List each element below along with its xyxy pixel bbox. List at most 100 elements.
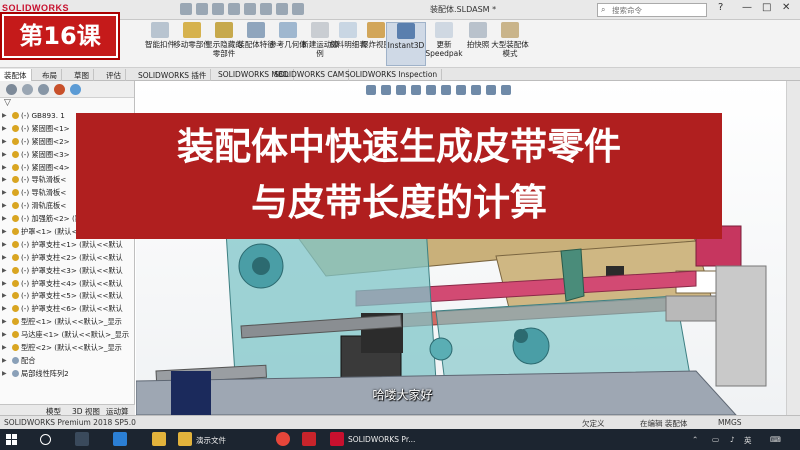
keyboard-icon[interactable]: ⌨: [770, 435, 781, 444]
tab-inspection[interactable]: SOLIDWORKS Inspection: [341, 69, 443, 81]
folder-icon[interactable]: [152, 432, 166, 446]
document-title: 装配体.SLDASM *: [430, 5, 497, 14]
new-icon[interactable]: [180, 3, 192, 15]
windows-start-icon[interactable]: [6, 434, 18, 446]
frame-column: [715, 265, 767, 387]
part-icon: [12, 331, 19, 339]
title-banner: 装配体中快速生成皮带零件 与皮带长度的计算: [76, 113, 722, 239]
tree-item[interactable]: ▶ (-) 护罩支柱<3> (默认<<默认: [0, 265, 134, 278]
idler: [429, 337, 453, 361]
tree-item[interactable]: ▶ (-) 护罩支柱<5> (默认<<默认: [0, 290, 134, 303]
title-bar: SOLIDWORKS 装配体.SLDASM * ⌕ 搜索命令 ? — □ ✕: [0, 0, 800, 20]
feature-manager-toolbar: [0, 81, 134, 98]
title-line-2: 与皮带长度的计算: [251, 181, 547, 224]
pattern-icon: [12, 369, 19, 377]
definition-state: 欠定义: [582, 419, 605, 428]
tab-layout[interactable]: 布局: [38, 69, 62, 81]
part-icon: [12, 202, 19, 210]
tab-cam[interactable]: SOLIDWORKS CAM: [270, 69, 350, 81]
configuration-manager-icon[interactable]: [38, 83, 49, 95]
tree-item[interactable]: ▶ (-) 护罩支柱<2> (默认<<默认: [0, 252, 134, 265]
media-icon[interactable]: [302, 432, 316, 446]
instant3d-icon: [397, 23, 415, 39]
display-manager-icon[interactable]: [70, 83, 81, 95]
smart-fastener-icon: [151, 22, 169, 38]
tab-evaluate[interactable]: 评估: [102, 69, 126, 81]
instant3d-button[interactable]: Instant3D: [386, 22, 426, 66]
part-icon: [12, 215, 19, 223]
tree-item[interactable]: ▶ 局部线性阵列2: [0, 368, 134, 381]
search-icon[interactable]: [40, 434, 51, 445]
save-icon[interactable]: [212, 3, 224, 15]
task-pane[interactable]: [786, 81, 800, 415]
editing-state: 在编辑 装配体: [640, 419, 688, 428]
part-icon: [12, 176, 19, 184]
feature-tree-icon[interactable]: [6, 83, 17, 95]
large-assembly-button[interactable]: 大型装配体模式: [490, 22, 530, 58]
bom-icon: [339, 22, 357, 38]
part-icon: [12, 240, 19, 248]
print-icon[interactable]: [228, 3, 240, 15]
tray-up-icon[interactable]: ⌃: [692, 435, 698, 444]
open-icon[interactable]: [196, 3, 208, 15]
model-tabs: 模型 3D 视图 运动算例 1: [0, 404, 135, 427]
taskbar-solidworks-label[interactable]: SOLIDWORKS Pr...: [348, 435, 415, 444]
dimxpert-icon[interactable]: [54, 83, 65, 95]
tab-addins[interactable]: SOLIDWORKS 插件: [134, 69, 212, 81]
search-commands-input[interactable]: ⌕ 搜索命令: [597, 3, 707, 17]
mount-block: [171, 371, 211, 415]
solidworks-logo: SOLIDWORKS: [2, 3, 69, 13]
part-icon: [12, 124, 19, 132]
network-icon[interactable]: ▭: [712, 435, 719, 444]
part-icon: [12, 150, 19, 158]
title-line-1: 装配体中快速生成皮带零件: [177, 125, 621, 168]
assembly-feature-icon: [247, 22, 265, 38]
select-icon[interactable]: [260, 3, 272, 15]
part-icon: [12, 189, 19, 197]
tree-item[interactable]: ▶ 型腔<2> (默认<<默认>_显示: [0, 342, 134, 355]
undo-icon[interactable]: [244, 3, 256, 15]
close-button[interactable]: ✕: [782, 2, 790, 13]
options-icon[interactable]: [292, 3, 304, 15]
part-icon: [12, 344, 19, 352]
folder-icon[interactable]: [178, 432, 192, 446]
property-manager-icon[interactable]: [22, 83, 33, 95]
rebuild-icon[interactable]: [276, 3, 288, 15]
tree-item[interactable]: ▶ (-) 护罩支柱<4> (默认<<默认: [0, 278, 134, 291]
ie-icon[interactable]: [113, 432, 127, 446]
part-icon: [12, 279, 19, 287]
part-icon: [12, 266, 19, 274]
part-icon: [12, 228, 19, 236]
tab-assembly[interactable]: 装配体: [0, 69, 32, 81]
speedpak-icon: [435, 22, 453, 38]
taskbar-folder-label[interactable]: 演示文件: [196, 435, 226, 446]
tree-item[interactable]: ▶ 马达座<1> (默认<<默认>_显示: [0, 329, 134, 342]
motion-study-icon: [311, 22, 329, 38]
quick-access-toolbar: [180, 3, 304, 15]
tab-sketch[interactable]: 草图: [70, 69, 94, 81]
pulley-hub: [514, 329, 528, 343]
help-button[interactable]: ?: [718, 2, 723, 13]
ime-indicator[interactable]: 英: [744, 435, 752, 446]
search-icon: ⌕: [601, 5, 606, 14]
units-label[interactable]: MMGS: [718, 418, 742, 427]
reference-geometry-icon: [279, 22, 297, 38]
filter-icon[interactable]: ▽: [0, 98, 134, 110]
part-icon: [12, 253, 19, 261]
video-subtitle: 哈喽大家好: [372, 388, 433, 402]
tree-item[interactable]: ▶ 配合: [0, 355, 134, 368]
part-icon: [12, 112, 19, 119]
tree-item[interactable]: ▶ (-) 护罩支柱<1> (默认<<默认: [0, 239, 134, 252]
minimize-button[interactable]: —: [742, 2, 752, 13]
status-bar: SOLIDWORKS Premium 2018 SP5.0 欠定义 在编辑 装配…: [0, 415, 800, 429]
solidworks-icon[interactable]: [330, 432, 344, 446]
exploded-view-icon: [367, 22, 385, 38]
part-icon: [12, 137, 19, 145]
task-view-icon[interactable]: [75, 432, 89, 446]
volume-icon[interactable]: ♪: [730, 435, 735, 444]
maximize-button[interactable]: □: [762, 2, 771, 13]
tree-item[interactable]: ▶ (-) 护罩支柱<6> (默认<<默认: [0, 303, 134, 316]
tree-item[interactable]: ▶ 型腔<1> (默认<<默认>_显示: [0, 316, 134, 329]
chrome-icon[interactable]: [276, 432, 290, 446]
part-icon: [12, 305, 19, 313]
